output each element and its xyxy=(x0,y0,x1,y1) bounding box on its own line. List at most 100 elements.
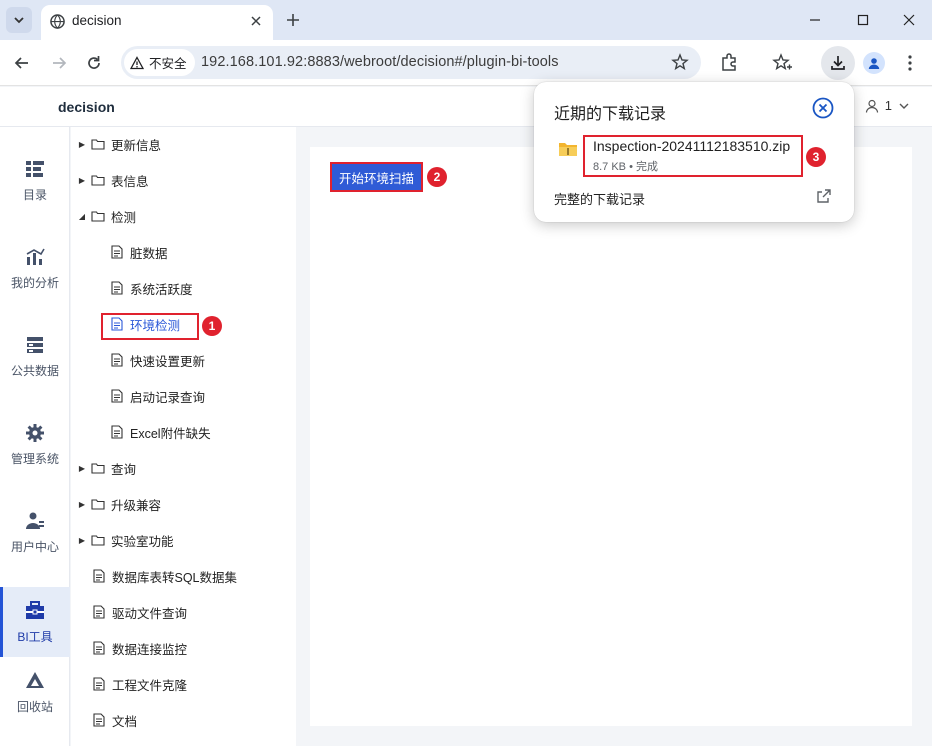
download-meta: 8.7 KB • 完成 xyxy=(593,161,658,173)
document-icon xyxy=(111,245,123,259)
profile-button[interactable] xyxy=(863,52,885,74)
new-tab-icon[interactable] xyxy=(283,10,303,30)
rail-item-recycle-bin[interactable]: 回收站 xyxy=(0,657,70,727)
tree-item-startup-log[interactable]: 启动记录查询 xyxy=(71,379,296,413)
caret-right-icon[interactable]: ▶ xyxy=(77,140,87,149)
tree-folder-upgrade[interactable]: ▶ 升级兼容 xyxy=(71,487,296,521)
chevron-down-icon xyxy=(899,103,909,109)
tree-label: 查询 xyxy=(111,462,137,477)
browser-tab[interactable]: decision xyxy=(41,5,273,40)
tree-item-project-clone[interactable]: 工程文件克隆 xyxy=(71,667,296,701)
tree-item-connection-monitor[interactable]: 数据连接监控 xyxy=(71,631,296,665)
globe-icon xyxy=(50,14,65,29)
user-icon xyxy=(865,99,878,113)
caret-right-icon[interactable]: ▶ xyxy=(77,500,87,509)
recycle-icon xyxy=(26,671,44,688)
rail-item-user-center[interactable]: 用户中心 xyxy=(0,497,70,567)
step-marker-2: 2 xyxy=(427,167,447,187)
folder-icon xyxy=(91,535,105,546)
document-icon xyxy=(93,605,105,619)
folder-icon xyxy=(91,463,105,474)
step-marker-3: 3 xyxy=(806,147,826,167)
more-menu-icon[interactable] xyxy=(899,52,921,74)
minimize-icon[interactable] xyxy=(805,10,825,30)
back-arrow-icon[interactable] xyxy=(12,53,32,73)
extensions-icon[interactable] xyxy=(718,52,740,74)
caret-right-icon[interactable]: ▶ xyxy=(77,536,87,545)
tree-label: 工程文件克隆 xyxy=(112,678,188,693)
browser-toolbar: 不安全 192.168.101.92:8883/webroot/decision… xyxy=(0,40,932,86)
rail-item-management[interactable]: 管理系统 xyxy=(0,409,70,479)
folder-icon xyxy=(91,139,105,150)
bookmarks-icon[interactable] xyxy=(771,52,793,74)
step-marker-1: 1 xyxy=(202,316,222,336)
downloads-button[interactable] xyxy=(821,46,855,80)
document-icon xyxy=(93,569,105,583)
tree-folder-table-info[interactable]: ▶ 表信息 xyxy=(71,163,296,197)
rail-item-bi-tools[interactable]: BI工具 xyxy=(0,587,70,657)
tree-item-docs[interactable]: 文档 xyxy=(71,703,296,737)
document-icon xyxy=(93,713,105,727)
document-icon xyxy=(93,641,105,655)
tree-label: 脏数据 xyxy=(130,246,168,261)
tab-search-button[interactable] xyxy=(6,7,32,33)
tool-tree-panel: ▶ 更新信息 ▶ 表信息 ◢ 检测 脏数据 系统活跃度 环境检测 快速设置更新 … xyxy=(71,127,296,746)
tree-item-dirty-data[interactable]: 脏数据 xyxy=(71,235,296,269)
browser-tab-strip: decision xyxy=(0,0,932,40)
tree-item-quick-settings[interactable]: 快速设置更新 xyxy=(71,343,296,377)
download-icon xyxy=(831,56,845,70)
caret-down-icon[interactable]: ◢ xyxy=(77,212,87,221)
tree-label: 快速设置更新 xyxy=(130,354,206,369)
folder-icon xyxy=(91,211,105,222)
rail-label: 用户中心 xyxy=(10,539,59,554)
rail-item-public-data[interactable]: 公共数据 xyxy=(0,321,70,391)
database-icon xyxy=(27,336,43,353)
tree-label: 启动记录查询 xyxy=(130,390,206,405)
all-downloads-link[interactable]: 完整的下载记录 xyxy=(554,189,645,208)
open-external-icon[interactable] xyxy=(816,188,832,204)
tree-item-excel-missing[interactable]: Excel附件缺失 xyxy=(71,415,296,449)
download-filename[interactable]: Inspection-20241112183510.zip xyxy=(593,138,790,154)
close-circle-icon[interactable] xyxy=(812,97,834,119)
tree-folder-detection[interactable]: ◢ 检测 xyxy=(71,199,296,233)
security-label: 不安全 xyxy=(149,57,187,71)
rail-item-my-analysis[interactable]: 我的分析 xyxy=(0,233,70,303)
maximize-icon[interactable] xyxy=(853,10,873,30)
app-title: decision xyxy=(58,99,115,115)
rail-label: BI工具 xyxy=(17,629,53,644)
document-icon xyxy=(111,281,123,295)
tree-label: 数据连接监控 xyxy=(112,642,188,657)
side-nav-rail: 目录 我的分析 公共数据 管理系统 用户中心 BI工具 回收站 xyxy=(0,127,70,746)
close-window-icon[interactable] xyxy=(899,10,919,30)
reload-icon[interactable] xyxy=(84,53,104,73)
rail-label: 公共数据 xyxy=(10,363,59,378)
toolbox-icon xyxy=(26,600,44,619)
document-icon xyxy=(111,389,123,403)
tree-label: 数据库表转SQL数据集 xyxy=(112,570,238,585)
address-bar[interactable]: 不安全 192.168.101.92:8883/webroot/decision… xyxy=(121,46,701,79)
downloads-title: 近期的下载记录 xyxy=(554,106,667,123)
tree-item-system-activity[interactable]: 系统活跃度 xyxy=(71,271,296,305)
url-text[interactable]: 192.168.101.92:8883/webroot/decision#/pl… xyxy=(201,54,559,70)
tree-label: 更新信息 xyxy=(111,138,162,153)
rail-item-catalog[interactable]: 目录 xyxy=(0,145,70,215)
bookmark-star-icon[interactable] xyxy=(671,53,689,71)
tree-folder-query[interactable]: ▶ 查询 xyxy=(71,451,296,485)
tree-folder-lab[interactable]: ▶ 实验室功能 xyxy=(71,523,296,557)
caret-right-icon[interactable]: ▶ xyxy=(77,464,87,473)
tree-item-db-to-sql[interactable]: 数据库表转SQL数据集 xyxy=(71,559,296,593)
user-menu[interactable]: 1 xyxy=(865,98,910,113)
rail-label: 我的分析 xyxy=(10,275,59,290)
close-tab-icon[interactable] xyxy=(248,13,264,29)
document-icon xyxy=(111,353,123,367)
zip-folder-icon xyxy=(559,143,577,156)
start-scan-button[interactable]: 开始环境扫描 xyxy=(330,162,423,192)
caret-right-icon[interactable]: ▶ xyxy=(77,176,87,185)
user-name: 1 xyxy=(884,98,892,113)
rail-label: 管理系统 xyxy=(10,451,59,466)
tree-item-driver-query[interactable]: 驱动文件查询 xyxy=(71,595,296,629)
site-info-chip[interactable]: 不安全 xyxy=(124,49,195,76)
tree-label: 表信息 xyxy=(111,174,149,189)
tree-folder-update-info[interactable]: ▶ 更新信息 xyxy=(71,127,296,161)
forward-arrow-icon[interactable] xyxy=(49,53,69,73)
